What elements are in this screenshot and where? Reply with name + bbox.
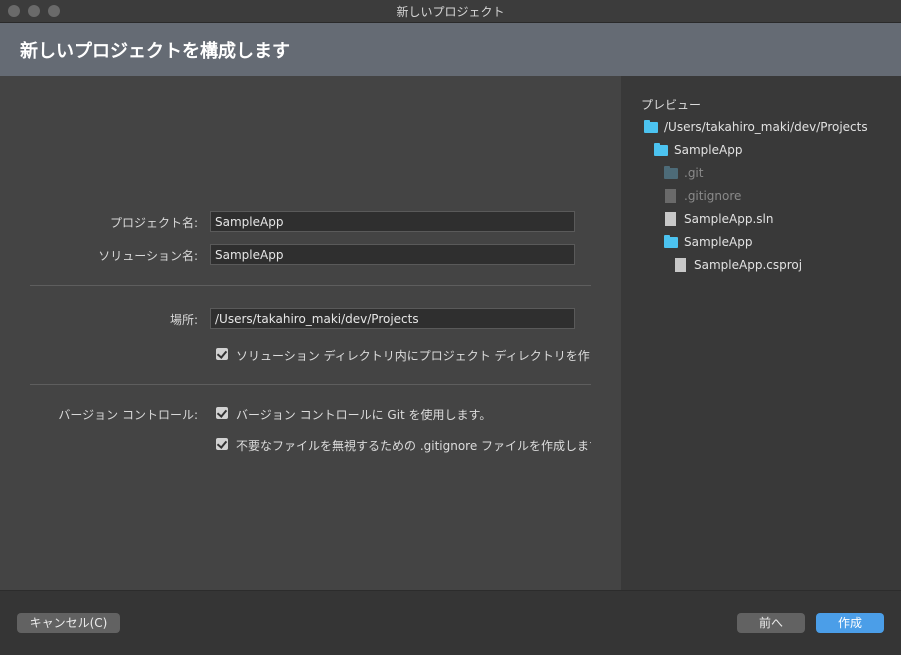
dialog-footer: キャンセル(C) 前へ 作成 (0, 590, 901, 655)
checkbox-checked[interactable] (216, 407, 228, 419)
checkbox-checked[interactable] (216, 348, 228, 360)
checkbox-checked[interactable] (216, 438, 228, 450)
back-button[interactable]: 前へ (737, 613, 805, 633)
folder-icon (644, 120, 658, 133)
create-project-directory-checkbox[interactable]: ソリューション ディレクトリ内にプロジェクト ディレクトリを作 (216, 347, 591, 363)
solution-name-label: ソリューション名: (98, 249, 198, 263)
create-project-directory-label: ソリューション ディレクトリ内にプロジェクト ディレクトリを作 (236, 349, 590, 363)
page-title: 新しいプロジェクトを構成します (20, 41, 290, 62)
form-panel: プロジェクト名: SampleApp ソリューション名: SampleApp 場… (0, 76, 621, 590)
create-gitignore-label: 不要なファイルを無視するための .gitignore ファイルを作成します (236, 439, 591, 453)
dialog-header: 新しいプロジェクトを構成します (0, 23, 901, 76)
use-git-checkbox[interactable]: バージョン コントロールに Git を使用します。 (216, 406, 591, 422)
project-name-label: プロジェクト名: (109, 216, 198, 230)
location-label: 場所: (169, 313, 198, 327)
folder-icon (664, 166, 678, 179)
file-icon (665, 212, 676, 226)
project-name-input[interactable]: SampleApp (210, 211, 575, 232)
create-gitignore-checkbox[interactable]: 不要なファイルを無視するための .gitignore ファイルを作成します (216, 437, 591, 453)
folder-icon (654, 143, 668, 156)
create-button[interactable]: 作成 (816, 613, 884, 633)
solution-name-input[interactable]: SampleApp (210, 244, 575, 265)
folder-icon (664, 235, 678, 248)
window-title: 新しいプロジェクト (396, 5, 505, 19)
version-control-label: バージョン コントロール: (58, 408, 198, 422)
use-git-label: バージョン コントロールに Git を使用します。 (236, 408, 492, 422)
preview-title: プレビュー (641, 98, 702, 112)
divider (30, 285, 591, 286)
location-input[interactable]: /Users/takahiro_maki/dev/Projects (210, 308, 575, 329)
cancel-button[interactable]: キャンセル(C) (17, 613, 120, 633)
file-icon (665, 189, 676, 203)
window-titlebar: 新しいプロジェクト (0, 0, 901, 23)
divider (30, 384, 591, 385)
file-icon (675, 258, 686, 272)
preview-panel: プレビュー /Users/takahiro_maki/dev/Projects … (621, 76, 901, 590)
